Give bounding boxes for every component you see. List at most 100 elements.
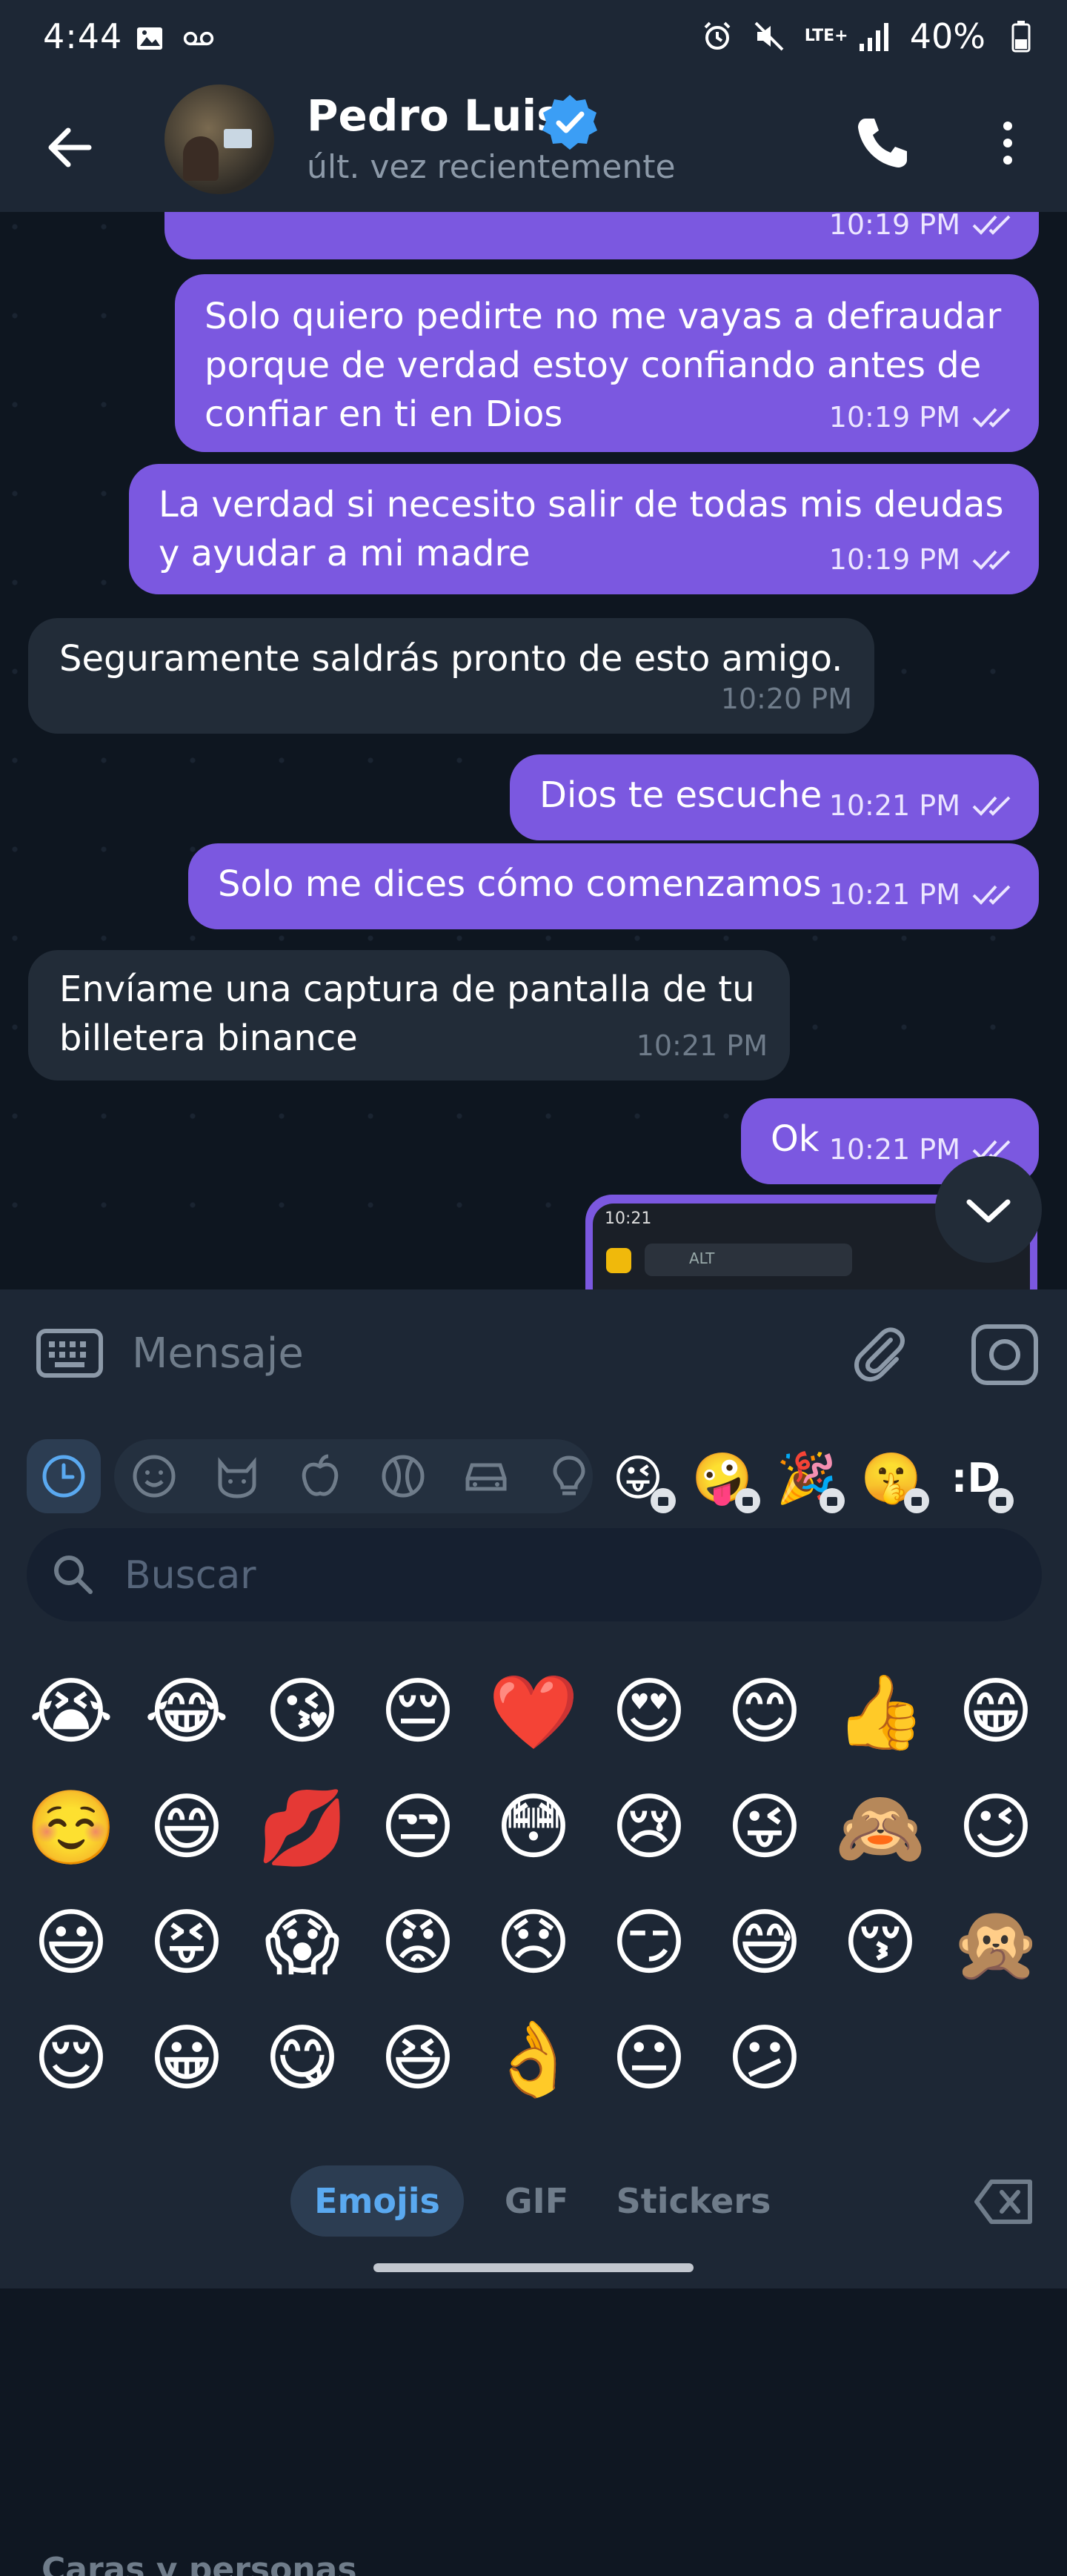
emoji-button[interactable]: 😐 <box>591 2001 707 2117</box>
emoji-search[interactable] <box>27 1528 1042 1621</box>
emoji-button[interactable]: 😞 <box>476 1885 591 2001</box>
emoji-button[interactable]: 😕 <box>707 2001 822 2117</box>
message-bubble-outgoing[interactable]: Dios te escuche 10:21 PM <box>510 754 1039 840</box>
read-check-icon <box>972 550 1011 570</box>
emoji-button[interactable]: 😃 <box>13 1885 129 2001</box>
mute-icon <box>753 20 785 53</box>
back-arrow-icon <box>48 127 92 167</box>
emoji-button[interactable]: 😉 <box>938 1770 1054 1885</box>
emoji-button[interactable]: 😒 <box>360 1770 476 1885</box>
emoji-button[interactable]: 😄 <box>129 1770 245 1885</box>
read-check-icon <box>972 885 1011 905</box>
bulb-icon[interactable] <box>532 1439 606 1513</box>
tab-emojis[interactable]: Emojis <box>290 2165 464 2237</box>
smiley-icon[interactable] <box>117 1439 191 1513</box>
emoji-button[interactable]: 😜 <box>707 1770 822 1885</box>
emoji-button[interactable]: 😌 <box>13 2001 129 2117</box>
emoji-button[interactable]: 😍 <box>591 1654 707 1770</box>
avatar[interactable] <box>164 84 274 194</box>
message-composer <box>0 1289 1067 1417</box>
premium-pack-5[interactable]: :D <box>943 1445 1014 1513</box>
emoji-button[interactable]: ❤️ <box>476 1654 591 1770</box>
emoji-button[interactable]: 😳 <box>476 1770 591 1885</box>
contact-name[interactable]: Pedro Luis <box>307 90 562 141</box>
emoji-button[interactable]: 😁 <box>938 1654 1054 1770</box>
ball-icon[interactable] <box>366 1439 440 1513</box>
message-time: 10:21 PM <box>828 878 960 911</box>
tab-stickers[interactable]: Stickers <box>612 2165 775 2237</box>
emoji-button[interactable]: 😅 <box>707 1885 822 2001</box>
camera-button[interactable] <box>971 1322 1039 1386</box>
emoji-button[interactable]: 🙊 <box>938 1885 1054 2001</box>
scroll-to-bottom-button[interactable] <box>935 1156 1042 1263</box>
emoji-button[interactable]: 💋 <box>245 1770 360 1885</box>
message-bubble-outgoing[interactable]: La verdad si necesito salir de todas mis… <box>129 464 1039 594</box>
backspace-button[interactable] <box>974 2176 1036 2228</box>
chevron-down-icon <box>966 1199 1011 1223</box>
emoji-button[interactable]: 😔 <box>360 1654 476 1770</box>
message-time: 10:21 PM <box>828 789 960 822</box>
emoji-section-label: Caras y personas <box>41 2551 357 2576</box>
emoji-button[interactable]: 😢 <box>591 1770 707 1885</box>
verified-badge-icon <box>539 92 600 153</box>
chat-header: Pedro Luis últ. vez recientemente <box>0 82 1067 212</box>
keyboard-icon <box>36 1329 103 1378</box>
signal-icon <box>858 20 891 53</box>
message-bubble-outgoing[interactable]: 10:19 PM <box>164 212 1039 259</box>
emoji-search-input[interactable] <box>123 1541 1000 1610</box>
home-indicator[interactable] <box>373 2263 694 2272</box>
message-bubble-incoming[interactable]: Envíame una captura de pantalla de tu bi… <box>28 950 790 1080</box>
emoji-button[interactable]: 😭 <box>13 1654 129 1770</box>
read-check-icon <box>972 796 1011 816</box>
message-time: 10:19 PM <box>828 401 960 434</box>
back-button[interactable] <box>37 114 104 181</box>
emoji-button[interactable]: 😝 <box>129 1885 245 2001</box>
voicemail-icon <box>182 22 215 55</box>
emoji-button[interactable]: ☺️ <box>13 1770 129 1885</box>
emoji-button[interactable]: 😘 <box>245 1654 360 1770</box>
emoji-button[interactable]: 😏 <box>591 1885 707 2001</box>
backspace-icon <box>974 2180 1032 2224</box>
read-check-icon <box>972 408 1011 428</box>
lock-icon <box>651 1488 676 1513</box>
keyboard-toggle-button[interactable] <box>36 1327 104 1380</box>
message-time: 10:19 PM <box>828 212 960 241</box>
premium-pack-4[interactable]: 🤫 <box>858 1445 929 1513</box>
emoji-button[interactable]: 😆 <box>360 2001 476 2117</box>
premium-pack-1[interactable]: 😜 <box>605 1445 676 1513</box>
emoji-button[interactable]: 👍 <box>822 1654 938 1770</box>
car-icon[interactable] <box>449 1439 523 1513</box>
status-bar: 4:44 LTE+ 40% <box>0 0 1067 82</box>
emoji-button[interactable]: 😊 <box>707 1654 822 1770</box>
emoji-button[interactable]: 😂 <box>129 1654 245 1770</box>
tab-gif[interactable]: GIF <box>492 2165 581 2237</box>
emoji-button[interactable]: 😀 <box>129 2001 245 2117</box>
apple-icon[interactable] <box>283 1439 357 1513</box>
message-time: 10:20 PM <box>720 683 852 715</box>
message-bubble-outgoing[interactable]: Solo me dices cómo comenzamos 10:21 PM <box>188 843 1039 929</box>
message-bubble-incoming[interactable]: Seguramente saldrás pronto de esto amigo… <box>28 618 874 734</box>
premium-pack-2[interactable]: 🤪 <box>689 1445 760 1513</box>
message-time: 10:19 PM <box>828 543 960 576</box>
message-bubble-outgoing[interactable]: Solo quiero pedirte no me vayas a defrau… <box>175 274 1039 452</box>
call-button[interactable] <box>851 111 914 175</box>
cat-icon[interactable] <box>200 1439 274 1513</box>
lock-icon <box>904 1488 929 1513</box>
message-input[interactable] <box>130 1319 815 1387</box>
emoji-button[interactable]: 😱 <box>245 1885 360 2001</box>
recent-icon[interactable] <box>27 1439 101 1513</box>
emoji-button[interactable]: 🙈 <box>822 1770 938 1885</box>
chat-messages[interactable]: 10:19 PM Solo quiero pedirte no me vayas… <box>0 212 1067 1289</box>
emoji-button[interactable]: 😋 <box>245 2001 360 2117</box>
emoji-button[interactable]: 😚 <box>822 1885 938 2001</box>
status-time: 4:44 <box>43 16 123 56</box>
lock-icon <box>988 1488 1014 1513</box>
emoji-button[interactable]: 👌 <box>476 2001 591 2117</box>
more-options-button[interactable] <box>993 111 1023 175</box>
emoji-panel: 😜 🤪 🎉 🤫 :D 😭😂😘😔❤️😍😊👍😁☺️😄💋😒😳😢😜🙈😉😃😝😱😡😞😏😅😚🙊… <box>0 1417 1067 2576</box>
emoji-grid: 😭 😂 😘 😔 ❤️ 😍 😊 👍 😁 ☺️ 😄 💋 😒 😳 😢 😜 🙈 😉 😃 😝 😱 😡 😞 😏 😅 😚 🙊 😌 😀 😋 😆 👌 😐 😕 <box>13 1654 1058 2117</box>
emoji-button[interactable]: 😡 <box>360 1885 476 2001</box>
attach-button[interactable] <box>849 1324 910 1384</box>
premium-pack-3[interactable]: 🎉 <box>774 1445 845 1513</box>
camera-icon <box>971 1324 1038 1385</box>
